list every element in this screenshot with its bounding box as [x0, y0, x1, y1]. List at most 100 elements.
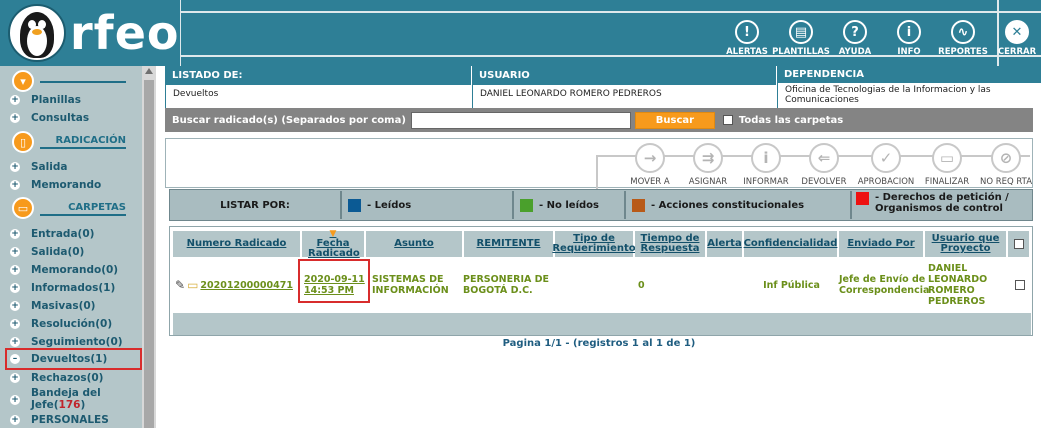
sidebar-item-personales[interactable]: + PERSONALES — [10, 412, 109, 428]
aprobacion-action[interactable]: ✓ APROBACION — [856, 143, 916, 187]
leidos-swatch — [348, 198, 361, 212]
cell-radicado: ✎ ▭ 20201200000471 — [175, 261, 304, 309]
asignar-action[interactable]: ⇉ ASIGNAR — [678, 143, 738, 187]
sidebar-carpetas-title: CARPETAS — [40, 202, 126, 216]
mover-a-action[interactable]: → MOVER A — [620, 143, 680, 187]
plus-icon: + — [10, 180, 20, 190]
row-checkbox[interactable] — [1014, 280, 1025, 290]
chart-icon: ∿ — [951, 20, 975, 44]
radicado-link[interactable]: 20201200000471 — [200, 280, 293, 291]
search-bar: Buscar radicado(s) (Separados por coma) … — [165, 108, 1033, 132]
cell-tiempo: 0 — [638, 279, 645, 291]
comment-icon[interactable]: ✎ — [175, 278, 185, 292]
plantillas-button[interactable]: ▤ PLANTILLAS — [772, 20, 830, 57]
folder-icon[interactable]: ▭ — [187, 278, 198, 292]
search-label: Buscar radicado(s) (Separados por coma) — [172, 114, 406, 126]
filter-leidos[interactable]: - Leídos — [342, 191, 514, 219]
cell-tipo — [555, 261, 635, 309]
template-icon: ▤ — [789, 20, 813, 44]
sidebar-menu-rule — [40, 80, 126, 83]
all-folders-label: Todas las carpetas — [738, 114, 844, 126]
finalize-icon: ▭ — [932, 143, 962, 173]
col-asunto[interactable]: Asunto — [366, 231, 464, 257]
info-button[interactable]: i INFO — [885, 20, 933, 57]
minus-icon: – — [10, 354, 20, 364]
alertas-button[interactable]: ! ALERTAS — [723, 20, 771, 57]
sidebar-item-rechazos[interactable]: + Rechazos(0) — [10, 370, 103, 386]
col-enviado-por[interactable]: Enviado Por — [839, 231, 925, 257]
col-fecha-radicado[interactable]: ▼ Fecha Radicado — [302, 229, 366, 259]
sidebar-radicacion-title: RADICACIÓN — [40, 135, 126, 149]
reportes-button[interactable]: ∿ REPORTES — [938, 20, 988, 57]
sidebar-item-memorando-radicacion[interactable]: + Memorando — [10, 177, 101, 193]
cell-remitente: PERSONERIA DE BOGOTÁ D.C. — [463, 274, 550, 296]
col-tiempo-respuesta[interactable]: Tiempo de Respuesta — [635, 231, 707, 257]
search-button[interactable]: Buscar — [634, 111, 715, 129]
sidebar-item-informados[interactable]: + Informados(1) — [10, 280, 115, 296]
ayuda-button[interactable]: ? AYUDA — [831, 20, 879, 57]
plus-icon: + — [10, 373, 20, 383]
actions-bar: → MOVER A ⇉ ASIGNAR i INFORMAR ⇐ DEVOLVER ✓ A… — [165, 138, 1036, 189]
col-alerta[interactable]: Alerta — [707, 231, 744, 257]
search-input[interactable] — [410, 111, 631, 129]
sidebar-item-memorando[interactable]: + Memorando(0) — [10, 262, 118, 278]
no-response-icon: ⊘ — [991, 143, 1021, 173]
devolver-action[interactable]: ⇐ DEVOLVER — [794, 143, 854, 187]
col-usuario-proyecto[interactable]: Usuario que Proyecto — [925, 231, 1008, 257]
sidebar-item-resolucion[interactable]: + Resolución(0) — [10, 316, 112, 332]
all-folders-checkbox[interactable] — [722, 115, 733, 125]
col-tipo-requerimiento[interactable]: Tipo de Requerimiento — [552, 231, 636, 257]
cell-confidencialidad: Inf Pública — [763, 279, 820, 291]
select-all-checkbox[interactable] — [1013, 239, 1024, 249]
col-numero-radicado[interactable]: Numero Radicado — [173, 231, 302, 257]
no-req-rta-action[interactable]: ⊘ NO REQ RTA — [976, 143, 1036, 187]
sidebar-item-salida-radicacion[interactable]: + Salida — [10, 159, 67, 175]
col-remitente[interactable]: REMITENTE — [464, 231, 555, 257]
info-icon: i — [897, 20, 921, 44]
check-icon: ✓ — [871, 143, 901, 173]
filter-derechos-peticion[interactable]: - Derechos de petición / Organismos de c… — [852, 191, 1030, 219]
sidebar-carpetas-header[interactable]: ▭ CARPETAS — [6, 196, 134, 222]
cell-enviado-por: Jefe de Envío de Correspondencia — [839, 274, 930, 296]
info-icon: i — [751, 143, 781, 173]
usuario-value: DANIEL LEONARDO ROMERO PEDREROS — [472, 85, 777, 108]
informar-action[interactable]: i INFORMAR — [736, 143, 796, 187]
sidebar-item-bandeja-jefe[interactable]: + Bandeja del Jefe(176) — [10, 387, 111, 413]
finalizar-action[interactable]: ▭ FINALIZAR — [917, 143, 977, 187]
close-icon: ✕ — [1005, 20, 1029, 44]
plus-icon: + — [10, 283, 20, 293]
table-footer-band — [173, 313, 1031, 335]
scroll-up-icon[interactable] — [145, 68, 153, 74]
plus-icon: + — [10, 247, 20, 257]
col-confidencialidad[interactable]: Confidencialidad — [744, 231, 839, 257]
plus-icon: + — [10, 229, 20, 239]
cerrar-button[interactable]: ✕ CERRAR — [993, 20, 1041, 57]
filter-acciones-constitucionales[interactable]: - Acciones constitucionales — [626, 191, 852, 219]
chevron-down-icon[interactable]: ▾ — [12, 70, 34, 92]
sidebar-item-masivas[interactable]: + Masivas(0) — [10, 298, 95, 314]
dependencia-header: DEPENDENCIA — [777, 66, 1041, 83]
sidebar-item-devueltos[interactable]: – Devueltos(1) — [5, 348, 142, 370]
logo-text: rfeo — [70, 6, 180, 60]
cell-select — [1008, 261, 1031, 309]
sidebar: ▾ + Planillas + Consultas ▯ RADICACIÓN + Sa… — [0, 66, 156, 428]
sidebar-item-entrada[interactable]: + Entrada(0) — [10, 226, 94, 242]
sidebar-item-salida[interactable]: + Salida(0) — [10, 244, 84, 260]
sidebar-radicacion-header[interactable]: ▯ RADICACIÓN — [6, 130, 134, 156]
plus-icon: + — [10, 162, 20, 172]
folder-icon: ▭ — [12, 197, 34, 219]
no-leidos-swatch — [520, 198, 533, 212]
header-toolbar: ! ALERTAS ▤ PLANTILLAS ? AYUDA i INFO ∿ REPOR… — [717, 20, 1041, 57]
plus-icon: + — [10, 95, 20, 105]
derechos-swatch — [856, 192, 869, 205]
filter-no-leidos[interactable]: - No leídos — [514, 191, 626, 219]
app-logo[interactable]: rfeo — [8, 4, 180, 62]
sidebar-item-consultas[interactable]: + Consultas — [10, 110, 89, 126]
plus-icon: + — [10, 301, 20, 311]
acciones-swatch — [632, 198, 645, 212]
sidebar-item-planillas[interactable]: + Planillas — [10, 92, 81, 108]
plus-icon: + — [10, 415, 20, 425]
sidebar-item-seguimiento[interactable]: + Seguimiento(0) — [10, 334, 123, 350]
sidebar-scrollbar[interactable] — [142, 66, 156, 428]
scrollbar-thumb[interactable] — [144, 80, 154, 428]
